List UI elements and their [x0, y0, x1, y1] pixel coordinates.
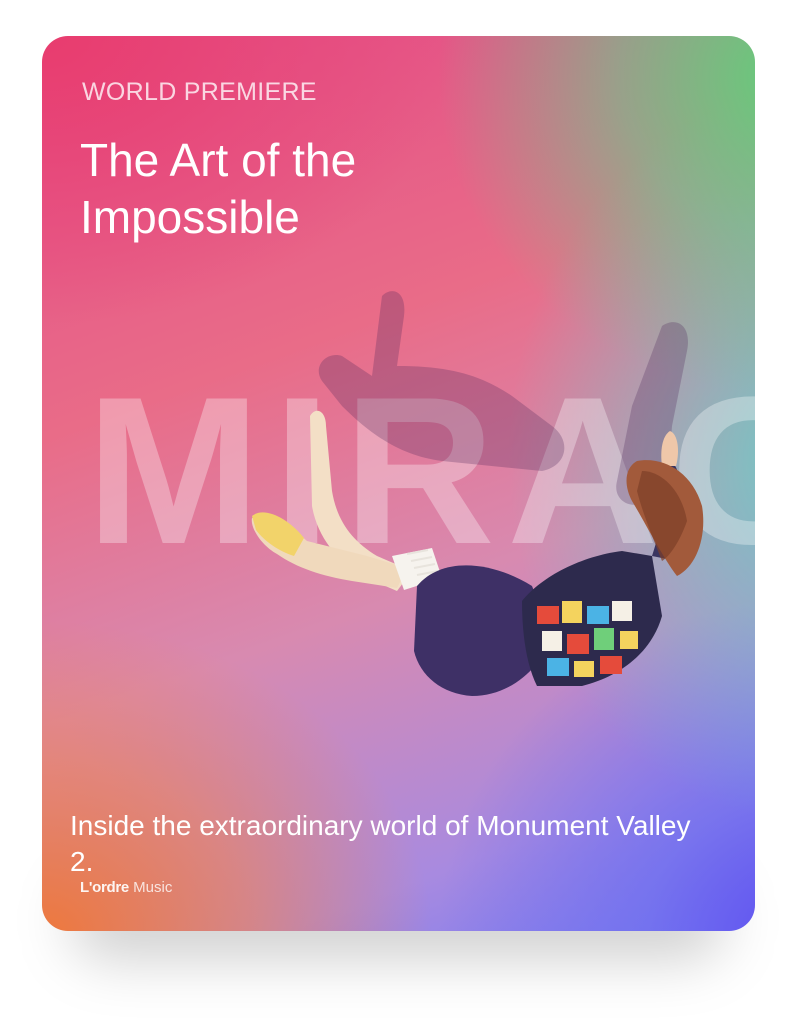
falling-woman-illustration — [251, 291, 704, 696]
brand-logo: L'ordre Music — [80, 879, 172, 896]
card-title: The Art of the Impossible — [80, 134, 357, 243]
figure-top — [522, 551, 662, 686]
story-card[interactable]: WORLD PREMIERE The Art of the Impossible… — [42, 36, 755, 931]
app-store-story-screen: WORLD PREMIERE The Art of the Impossible… — [0, 0, 796, 1018]
card-overline: WORLD PREMIERE — [82, 78, 317, 106]
brand-name-light: Music — [133, 879, 173, 896]
card-caption: Inside the extraordinary world of Monume… — [70, 810, 691, 877]
falling-woman-image — [192, 256, 732, 716]
brand-name-bold: L'ordre — [80, 879, 129, 896]
